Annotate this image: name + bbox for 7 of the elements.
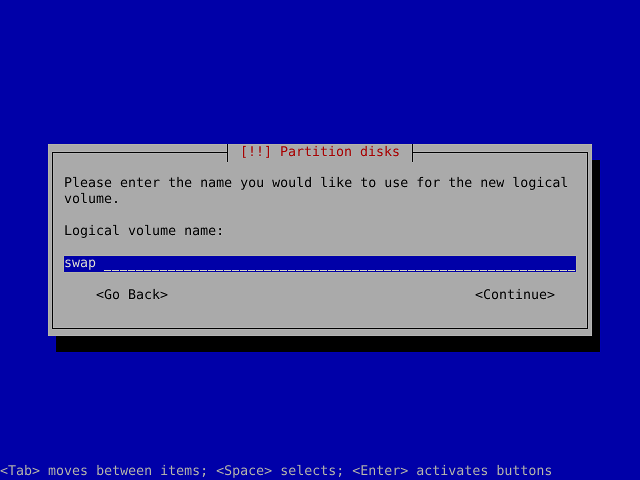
volume-name-field[interactable]: swap [64,256,576,272]
dialog-button[interactable]: <Go Back> [96,288,168,304]
dialog-button[interactable]: <Continue> [474,288,555,304]
field-label: Logical volume name: [64,224,224,240]
dialog-message: Please enter the name you would like to use for the new logical volume. [64,176,570,208]
help-line: <Tab> moves between items; <Space> selects; <Enter> activates buttons [0,464,552,480]
dialog-title: [!!] Partition disks [226,144,414,162]
